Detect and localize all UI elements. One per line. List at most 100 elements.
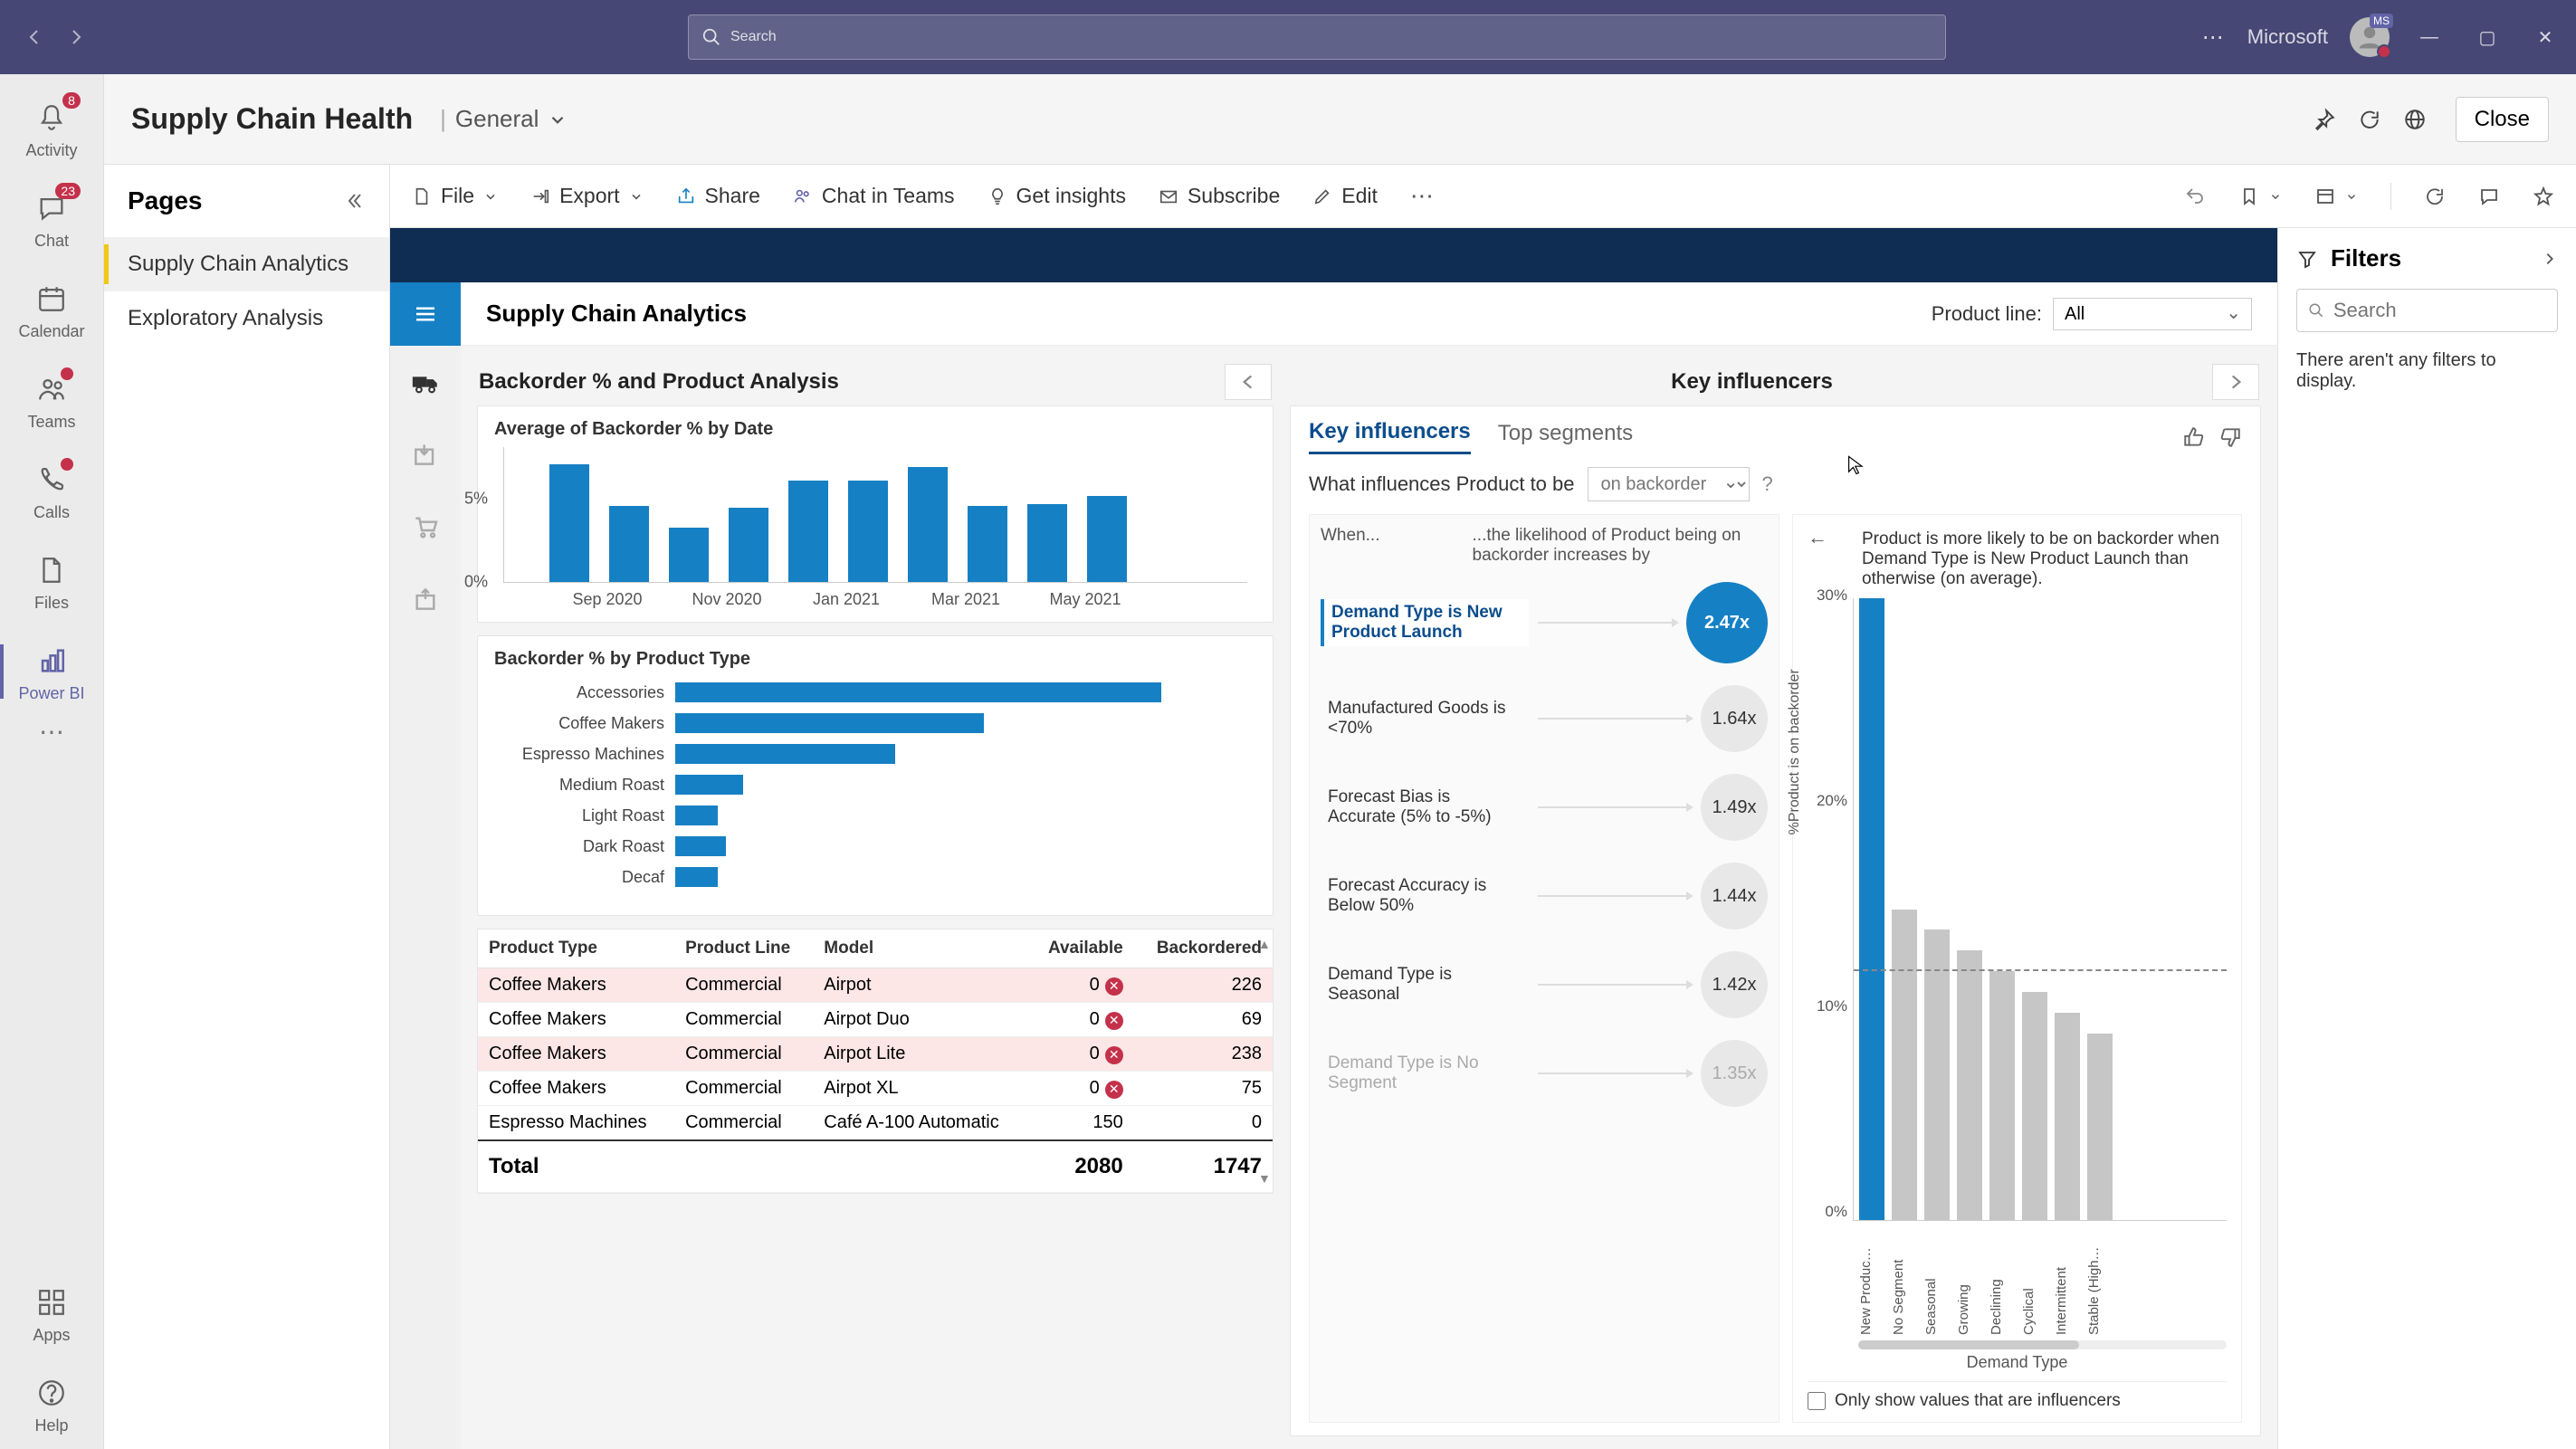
view-button[interactable] bbox=[2314, 186, 2358, 207]
nav-truck[interactable] bbox=[390, 346, 461, 418]
ki-chart-bar[interactable] bbox=[2022, 992, 2047, 1220]
rail-apps[interactable]: Apps bbox=[0, 1268, 103, 1358]
rail-activity[interactable]: 8 Activity bbox=[0, 83, 103, 174]
pin-button[interactable] bbox=[2302, 97, 2347, 142]
rail-calendar[interactable]: Calendar bbox=[0, 264, 103, 355]
ki-help-icon[interactable]: ? bbox=[1762, 472, 1773, 496]
globe-button[interactable] bbox=[2392, 97, 2438, 142]
table-row[interactable]: Coffee MakersCommercialAirpot XL0✕75 bbox=[478, 1072, 1273, 1106]
chart-bar[interactable] bbox=[729, 508, 768, 582]
chart-backorder-by-product-type[interactable]: Backorder % by Product Type AccessoriesC… bbox=[477, 635, 1274, 916]
rail-files[interactable]: Files bbox=[0, 536, 103, 626]
page-item-exploratory-analysis[interactable]: Exploratory Analysis bbox=[104, 291, 389, 346]
ki-factor[interactable]: Demand Type is Seasonal1.42x bbox=[1321, 951, 1768, 1018]
rail-teams[interactable]: Teams bbox=[0, 355, 103, 445]
subscribe-button[interactable]: Subscribe bbox=[1159, 184, 1280, 208]
product-line-select[interactable]: All bbox=[2053, 298, 2252, 330]
channel-name[interactable]: General bbox=[455, 105, 539, 133]
get-insights-button[interactable]: Get insights bbox=[987, 184, 1126, 208]
product-table[interactable]: Product Type Product Line Model Availabl… bbox=[477, 929, 1274, 1194]
edit-button[interactable]: Edit bbox=[1312, 184, 1378, 208]
rail-chat[interactable]: 23 Chat bbox=[0, 174, 103, 264]
rail-calls[interactable]: Calls bbox=[0, 445, 103, 536]
chart-bar-row[interactable]: Medium Roast bbox=[494, 771, 1256, 798]
chart-bar-row[interactable]: Espresso Machines bbox=[494, 740, 1256, 767]
favorite-button[interactable] bbox=[2533, 186, 2554, 207]
ki-factor[interactable]: Manufactured Goods is <70%1.64x bbox=[1321, 685, 1768, 752]
tab-top-segments[interactable]: Top segments bbox=[1498, 421, 1633, 453]
chart-bar-row[interactable]: Light Roast bbox=[494, 802, 1256, 829]
ki-chart-bar[interactable] bbox=[1859, 598, 1884, 1220]
col-product-line[interactable]: Product Line bbox=[674, 929, 813, 968]
nav-cart[interactable] bbox=[390, 491, 461, 563]
thumbs-up-icon[interactable] bbox=[2182, 425, 2206, 449]
rail-more[interactable]: ⋯ bbox=[39, 717, 64, 735]
undo-button[interactable] bbox=[2184, 186, 2206, 207]
ki-factor[interactable]: Demand Type is No Segment1.35x bbox=[1321, 1040, 1768, 1107]
close-tab-button[interactable]: Close bbox=[2456, 97, 2549, 142]
table-row[interactable]: Coffee MakersCommercialAirpot Lite0✕238 bbox=[478, 1037, 1273, 1072]
ki-chart-bar[interactable] bbox=[1892, 910, 1917, 1221]
prev-page-button[interactable] bbox=[1225, 364, 1272, 400]
rail-powerbi[interactable]: Power BI bbox=[0, 626, 103, 717]
chart-bar[interactable] bbox=[549, 464, 589, 582]
refresh-button[interactable] bbox=[2347, 97, 2392, 142]
ki-factor[interactable]: Forecast Bias is Accurate (5% to -5%)1.4… bbox=[1321, 774, 1768, 841]
ki-only-influencers-checkbox[interactable] bbox=[1808, 1392, 1826, 1410]
chat-in-teams-button[interactable]: Chat in Teams bbox=[793, 184, 955, 208]
ki-chart-bar[interactable] bbox=[1957, 950, 1982, 1220]
table-scrollbar[interactable]: ▲▼ bbox=[1258, 937, 1269, 1186]
col-backordered[interactable]: Backordered bbox=[1134, 929, 1273, 968]
ki-chart-bar[interactable] bbox=[2055, 1013, 2080, 1220]
thumbs-down-icon[interactable] bbox=[2218, 425, 2242, 449]
comment-button[interactable] bbox=[2478, 186, 2500, 207]
filters-search-input[interactable] bbox=[2333, 299, 2546, 322]
chart-bar-row[interactable]: Dark Roast bbox=[494, 833, 1256, 860]
share-button[interactable]: Share bbox=[676, 184, 760, 208]
table-row[interactable]: Coffee MakersCommercialAirpot Duo0✕69 bbox=[478, 1003, 1273, 1037]
back-button[interactable] bbox=[18, 21, 51, 53]
ki-chart-bar[interactable] bbox=[1989, 971, 2015, 1220]
export-menu[interactable]: Export bbox=[530, 184, 643, 208]
rail-help[interactable]: Help bbox=[0, 1358, 103, 1449]
ki-factor[interactable]: Forecast Accuracy is Below 50%1.44x bbox=[1321, 863, 1768, 929]
close-window-button[interactable]: ✕ bbox=[2527, 26, 2563, 49]
chart-bar[interactable] bbox=[609, 506, 649, 582]
chart-bar[interactable] bbox=[1087, 496, 1127, 582]
chart-bar[interactable] bbox=[788, 481, 828, 582]
chart-bar[interactable] bbox=[1027, 504, 1067, 582]
ki-factor[interactable]: Demand Type is New Product Launch2.47x bbox=[1321, 582, 1768, 663]
table-row[interactable]: Espresso MachinesCommercialCafé A-100 Au… bbox=[478, 1106, 1273, 1141]
toolbar-more[interactable]: ⋯ bbox=[1410, 182, 1434, 210]
file-menu[interactable]: File bbox=[412, 184, 498, 208]
chart-bar-row[interactable]: Decaf bbox=[494, 863, 1256, 891]
collapse-pages-icon[interactable] bbox=[344, 190, 366, 212]
table-row[interactable]: Coffee MakersCommercialAirpot0✕226 bbox=[478, 968, 1273, 1003]
chart-bar[interactable] bbox=[848, 481, 888, 582]
chevron-down-icon[interactable] bbox=[548, 110, 568, 129]
page-item-supply-chain-analytics[interactable]: Supply Chain Analytics bbox=[104, 237, 389, 291]
chart-bar[interactable] bbox=[968, 506, 1007, 582]
more-icon[interactable]: ⋯ bbox=[2202, 24, 2226, 51]
ki-chart-scrollbar[interactable] bbox=[1858, 1340, 2227, 1349]
next-page-button[interactable] bbox=[2212, 364, 2259, 400]
maximize-button[interactable]: ▢ bbox=[2469, 26, 2505, 49]
col-model[interactable]: Model bbox=[813, 929, 1028, 968]
nav-inventory[interactable] bbox=[390, 418, 461, 491]
key-influencers-visual[interactable]: Key influencers Top segments bbox=[1290, 405, 2261, 1436]
hamburger-button[interactable] bbox=[390, 282, 461, 346]
filters-search[interactable] bbox=[2296, 289, 2558, 332]
nav-shipments[interactable] bbox=[390, 563, 461, 635]
ki-chart-bar[interactable] bbox=[2087, 1034, 2113, 1220]
chart-bar[interactable] bbox=[669, 528, 709, 582]
bookmark-button[interactable] bbox=[2238, 186, 2282, 207]
expand-filters-icon[interactable] bbox=[2542, 251, 2558, 267]
tab-key-influencers[interactable]: Key influencers bbox=[1309, 419, 1471, 454]
avatar[interactable]: MS bbox=[2350, 17, 2390, 57]
forward-button[interactable] bbox=[60, 21, 92, 53]
ki-chart-bar[interactable] bbox=[1924, 929, 1950, 1220]
chart-backorder-by-date[interactable]: Average of Backorder % by Date 0% 5% Sep… bbox=[477, 405, 1274, 623]
chart-bar[interactable] bbox=[908, 467, 948, 582]
col-product-type[interactable]: Product Type bbox=[478, 929, 674, 968]
search-box[interactable]: Search bbox=[688, 14, 1946, 60]
